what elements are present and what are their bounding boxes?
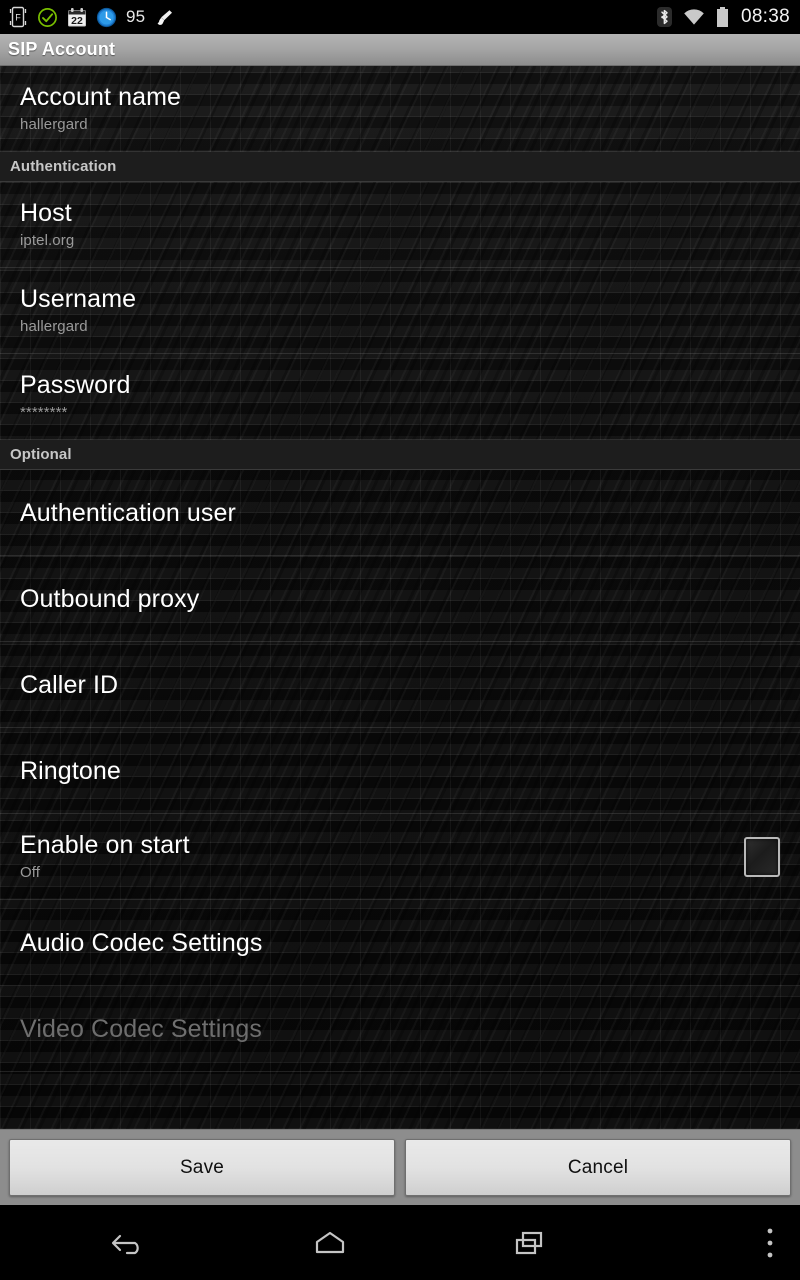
preference-title: Host bbox=[20, 199, 72, 227]
calendar-icon: 22 bbox=[68, 7, 86, 27]
preference-row[interactable]: Audio Codec Settings bbox=[0, 900, 800, 986]
preference-row[interactable]: Caller ID bbox=[0, 642, 800, 728]
preference-row[interactable]: Account name hallergard bbox=[0, 66, 800, 152]
preference-row: Video Codec Settings bbox=[0, 986, 800, 1072]
battery-icon bbox=[716, 7, 728, 27]
preference-row[interactable]: Authentication user bbox=[0, 470, 800, 556]
preference-text-group: Username hallergard bbox=[20, 284, 784, 337]
nav-back-button[interactable] bbox=[30, 1205, 230, 1280]
section-header: Optional bbox=[0, 440, 800, 470]
preference-title: Caller ID bbox=[20, 670, 119, 699]
preference-title: Authentication user bbox=[20, 498, 236, 527]
status-bar-clock: 08:38 bbox=[740, 6, 790, 27]
clock-icon bbox=[96, 7, 117, 27]
preference-text-group: Password ******** bbox=[20, 370, 784, 423]
preference-text-group: Audio Codec Settings bbox=[20, 928, 784, 958]
svg-text:22: 22 bbox=[71, 15, 83, 27]
preference-row[interactable]: Ringtone bbox=[0, 728, 800, 814]
preference-subtitle: Off bbox=[20, 864, 41, 881]
preference-text-group: Authentication user bbox=[20, 498, 784, 528]
preference-row[interactable]: Host iptel.org bbox=[0, 182, 800, 268]
preference-title: Password bbox=[20, 371, 131, 399]
preference-subtitle: hallergard bbox=[20, 318, 88, 335]
preference-text-group: Account name hallergard bbox=[20, 82, 784, 135]
preference-title: Enable on start bbox=[20, 831, 190, 859]
preference-title: Outbound proxy bbox=[20, 584, 200, 613]
overflow-menu-icon bbox=[767, 1228, 773, 1257]
preference-text-group: Video Codec Settings bbox=[20, 1014, 784, 1044]
brush-icon bbox=[157, 9, 173, 25]
nav-home-button[interactable] bbox=[230, 1205, 430, 1280]
back-icon bbox=[111, 1234, 139, 1254]
recents-icon bbox=[515, 1231, 543, 1254]
section-header: Authentication bbox=[0, 152, 800, 182]
wifi-icon bbox=[684, 9, 704, 25]
preference-title: Video Codec Settings bbox=[20, 1014, 262, 1043]
preference-text-group: Ringtone bbox=[20, 756, 784, 786]
preference-text-group: Enable on start Off bbox=[20, 830, 744, 883]
preference-title: Ringtone bbox=[20, 756, 121, 785]
fdroid-icon: F bbox=[9, 6, 27, 28]
preference-text-group: Host iptel.org bbox=[20, 198, 784, 251]
preference-title: Account name bbox=[20, 83, 182, 111]
status-bar-system-icons: 08:38 bbox=[656, 6, 790, 28]
preference-title: Username bbox=[20, 285, 137, 313]
preference-subtitle: hallergard bbox=[20, 116, 88, 133]
preference-row[interactable]: Enable on start Off bbox=[0, 814, 800, 900]
navigation-bar bbox=[0, 1205, 800, 1280]
preference-row[interactable]: Username hallergard bbox=[0, 268, 800, 354]
preference-text-group: Outbound proxy bbox=[20, 584, 784, 614]
status-bar: F 22 95 08:38 bbox=[0, 0, 800, 34]
save-button[interactable]: Save bbox=[9, 1139, 395, 1196]
bluetooth-icon bbox=[656, 7, 672, 27]
section-header-label: Authentication bbox=[10, 158, 117, 175]
cancel-button[interactable]: Cancel bbox=[405, 1139, 791, 1196]
android-screen: F 22 95 08:38 SIP Account Account name h… bbox=[0, 0, 800, 1280]
check-circle-icon bbox=[38, 7, 57, 27]
preference-row[interactable]: Outbound proxy bbox=[0, 556, 800, 642]
status-bar-notification-icons: F 22 95 bbox=[8, 6, 657, 28]
preference-subtitle: iptel.org bbox=[20, 232, 75, 249]
battery-percent-text: 95 bbox=[126, 7, 146, 26]
preference-row[interactable]: Password ******** bbox=[0, 354, 800, 440]
preference-subtitle: ******** bbox=[20, 404, 68, 421]
button-bar: Save Cancel bbox=[0, 1129, 800, 1205]
section-header-label: Optional bbox=[10, 446, 72, 463]
preference-list[interactable]: Account name hallergard Authentication Host… bbox=[0, 66, 800, 1129]
nav-recents-button[interactable] bbox=[430, 1205, 630, 1280]
preference-title: Audio Codec Settings bbox=[20, 928, 263, 957]
home-icon bbox=[315, 1231, 345, 1253]
svg-text:F: F bbox=[15, 13, 21, 23]
enable-on-start-checkbox[interactable] bbox=[744, 836, 780, 877]
preference-text-group: Caller ID bbox=[20, 670, 784, 700]
title-bar: SIP Account bbox=[0, 34, 800, 66]
nav-overflow-button[interactable] bbox=[764, 1205, 776, 1280]
page-title: SIP Account bbox=[8, 39, 116, 59]
